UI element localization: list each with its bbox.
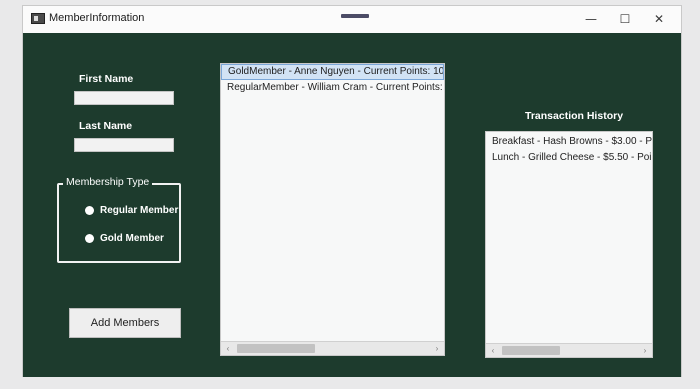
transaction-history-label: Transaction History [525,110,624,122]
last-name-field[interactable] [74,138,174,152]
list-item[interactable]: Breakfast - Hash Browns - $3.00 - Po [486,134,652,150]
scroll-left-icon[interactable]: ‹ [487,344,499,357]
first-name-field[interactable] [74,91,174,105]
list-item[interactable]: GoldMember - Anne Nguyen - Current Point… [221,64,444,80]
title-bar[interactable]: MemberInformation — ☐ ✕ [23,6,681,33]
drag-handle[interactable] [341,14,369,18]
add-members-button[interactable]: Add Members [69,308,181,338]
list-item[interactable]: RegularMember - William Cram - Current P… [221,80,444,96]
radio-gold-member[interactable]: Gold Member [85,233,164,244]
radio-gold-member-label: Gold Member [100,233,164,244]
members-listbox[interactable]: GoldMember - Anne Nguyen - Current Point… [220,63,445,356]
window-title: MemberInformation [49,12,145,24]
members-horizontal-scrollbar[interactable]: ‹ › [221,341,444,355]
scroll-right-icon[interactable]: › [639,344,651,357]
scroll-left-icon[interactable]: ‹ [222,342,234,355]
radio-dot-icon [85,234,94,243]
radio-regular-member[interactable]: Regular Member [85,205,178,216]
membership-type-label: Membership Type [63,176,153,188]
transaction-listbox[interactable]: Breakfast - Hash Browns - $3.00 - Po Lun… [485,131,653,358]
scroll-thumb[interactable] [502,346,560,355]
app-icon [31,13,45,24]
member-information-window: MemberInformation — ☐ ✕ First Name Last … [22,5,682,377]
close-button[interactable]: ✕ [639,8,679,30]
transaction-horizontal-scrollbar[interactable]: ‹ › [486,343,652,357]
membership-type-group: Membership Type Regular Member Gold Memb… [57,176,181,263]
first-name-label: First Name [79,73,134,85]
list-item[interactable]: Lunch - Grilled Cheese - $5.50 - Poi [486,150,652,166]
last-name-label: Last Name [79,120,133,132]
scroll-thumb[interactable] [237,344,315,353]
radio-regular-member-label: Regular Member [100,205,179,216]
scroll-right-icon[interactable]: › [431,342,443,355]
radio-dot-icon [85,206,94,215]
client-area: First Name Last Name Membership Type Reg… [23,33,681,377]
